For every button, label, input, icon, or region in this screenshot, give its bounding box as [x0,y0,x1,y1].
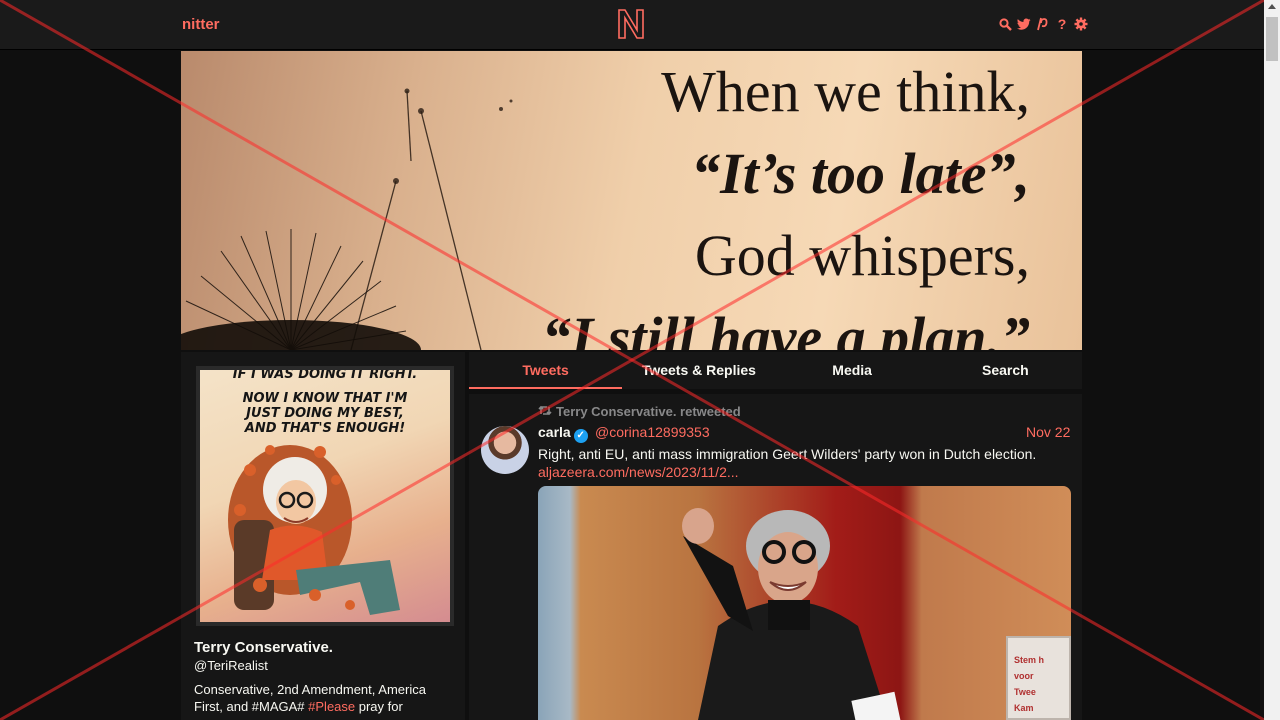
retweet-header: Terry Conservative. retweeted [538,404,741,419]
twitter-bird-icon[interactable] [1017,16,1031,32]
profile-banner[interactable]: When we think, “It’s too late”, God whis… [181,51,1082,350]
tweet-author-name[interactable]: carla ✓ [538,424,588,443]
profile-bio: Conservative, 2nd Amendment, America Fir… [194,681,456,715]
page-scrollbar[interactable] [1264,0,1280,720]
banner-line-4: “I still have a plan.” [541,305,1030,350]
tweet-date[interactable]: Nov 22 [1026,424,1070,440]
tweet-author-handle[interactable]: @corina12899353 [595,424,710,440]
tab-search[interactable]: Search [929,352,1082,389]
tab-tweets-replies[interactable]: Tweets & Replies [622,352,775,389]
profile-handle[interactable]: @TeriRealist [194,658,268,673]
nitter-logo-icon[interactable] [617,8,645,40]
tweet-text: Right, anti EU, anti mass immigration Ge… [538,446,1037,462]
voting-sign: Stem h voor Twee Kam [1006,636,1071,720]
tab-media[interactable]: Media [776,352,929,389]
profile-avatar[interactable]: IF I WAS DOING IT RIGHT. NOW I KNOW THAT… [196,366,454,626]
tweet-author-avatar[interactable] [481,426,529,474]
tweet-media-image[interactable]: Stem h voor Twee Kam [538,486,1071,720]
banner-line-3: God whispers, [694,223,1030,288]
settings-icon[interactable] [1074,16,1088,32]
search-icon[interactable] [998,16,1012,32]
retweet-label[interactable]: Terry Conservative. retweeted [556,404,741,419]
banner-line-1: When we think, [661,59,1030,124]
tab-tweets[interactable]: Tweets [469,352,623,389]
author-name-text[interactable]: carla [538,424,571,440]
bio-hashtag-link[interactable]: #Please [308,699,355,714]
nitter-home-link[interactable]: nitter [182,16,220,33]
sign-line-1: Stem h [1014,655,1045,665]
smiling-woman-photo [682,508,901,720]
sign-line-3: Twee [1014,687,1036,697]
retweet-icon [538,405,552,416]
profile-tabs: Tweets Tweets & Replies Media Search [469,352,1082,389]
grandma-in-chair-illustration [228,445,400,615]
banner-line-2: “It’s too late”, [691,141,1030,206]
rss-icon[interactable] [1036,16,1050,32]
banner-quote: When we think, “It’s too late”, God whis… [542,51,1030,350]
top-navbar: nitter ? [0,0,1264,50]
verified-badge-icon: ✓ [573,429,588,443]
scroll-thumb[interactable] [1266,17,1278,61]
profile-name[interactable]: Terry Conservative. [194,639,333,656]
tweet-link[interactable]: aljazeera.com/news/2023/11/2... [538,464,739,480]
scroll-up-arrow-icon[interactable] [1268,4,1276,9]
sign-line-2: voor [1014,671,1034,681]
bio-text-end: pray for [355,699,403,714]
help-icon[interactable]: ? [1055,16,1069,32]
sign-line-4: Kam [1014,703,1034,713]
